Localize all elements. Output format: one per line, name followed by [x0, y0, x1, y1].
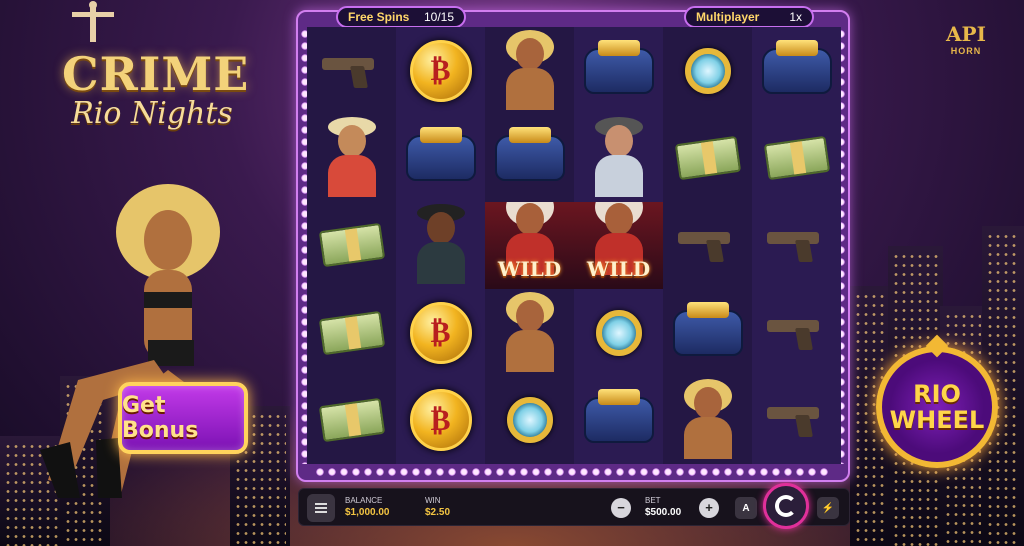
game-logo: CRIME Rio Nights [62, 47, 250, 131]
gold-bag-icon [494, 127, 565, 182]
reel-grid: ₿ WILD WILD ₿ ₿ [307, 27, 841, 464]
rio-wheel-button[interactable]: RIO WHEEL [876, 334, 998, 468]
gold-bag-icon [672, 301, 743, 356]
reel-cell [307, 114, 396, 202]
cash-stack-icon [674, 135, 741, 181]
gold-bag-icon [583, 39, 654, 94]
reel-cell [663, 114, 752, 202]
bitcoin-coin-icon: ₿ [409, 39, 472, 102]
bet-value: $500.00 [645, 507, 682, 518]
gold-bag-icon [405, 127, 476, 182]
lady-character-icon [498, 29, 562, 110]
rio-wheel-label-1: RIO [913, 380, 961, 408]
free-spins-label: Free Spins [348, 10, 410, 24]
control-bar: BALANCE $1,000.00 WIN $2.50 − BET $500.0… [298, 483, 850, 529]
reel-cell: WILD [485, 201, 574, 290]
bitcoin-coin-icon: ₿ [409, 389, 472, 452]
reel-cell [663, 201, 752, 290]
provider-name: HORN [950, 46, 982, 56]
win-label: WIN [425, 496, 441, 505]
reel-cell: ₿ [396, 27, 485, 115]
bet-display: BET $500.00 [645, 496, 681, 518]
reel-cell [574, 376, 663, 464]
reel-cell [574, 289, 663, 377]
reel-cell [307, 376, 396, 464]
bet-label: BET [645, 496, 661, 505]
pistol-icon [766, 403, 827, 437]
cash-stack-icon [318, 398, 385, 443]
multiplayer-value: 1x [789, 10, 802, 24]
free-spins-value: 10/15 [423, 10, 454, 24]
bet-increase-button[interactable]: + [699, 498, 719, 518]
cash-stack-icon [318, 310, 385, 356]
multiplayer-indicator: Multiplayer 1x [684, 6, 814, 28]
reel-cell [752, 27, 841, 115]
provider-logo: API HORN [936, 22, 996, 72]
reel-cell [663, 27, 752, 115]
cash-stack-icon [318, 223, 385, 268]
gold-watch-icon [684, 47, 731, 94]
blonde-man-character-icon [320, 117, 384, 198]
balance-value: $1,000.00 [345, 507, 390, 518]
reel-cell [485, 376, 574, 464]
provider-mark: API [946, 22, 986, 46]
wild-label: WILD [586, 257, 651, 282]
reel-cell [396, 201, 485, 290]
logo-subtitle: Rio Nights [71, 96, 233, 131]
gold-bag-icon [761, 39, 832, 94]
reel-cell [752, 376, 841, 464]
gold-watch-icon [506, 397, 553, 444]
pistol-icon [766, 228, 827, 262]
multiplayer-label: Multiplayer [696, 10, 760, 24]
reel-cell: ₿ [396, 376, 485, 464]
reel-cell [752, 201, 841, 290]
free-spins-counter: Free Spins 10/15 [336, 6, 466, 28]
reel-cell [307, 201, 396, 290]
get-bonus-button[interactable]: Get Bonus [118, 382, 248, 454]
turbo-button[interactable]: ⚡ [817, 497, 839, 519]
win-display: WIN $2.50 [425, 496, 450, 518]
reel-cell [396, 114, 485, 202]
reel-cell [574, 114, 663, 202]
pistol-icon [321, 54, 382, 88]
bitcoin-coin-icon: ₿ [409, 301, 472, 364]
frame-lights-bottom [314, 467, 832, 477]
reel-cell [752, 289, 841, 377]
hamburger-icon [315, 507, 327, 509]
lady-character-icon [676, 379, 740, 460]
reel-cell [663, 289, 752, 377]
reel-cell [485, 289, 574, 377]
spin-icon [775, 495, 797, 517]
rio-wheel-label-2: WHEEL [889, 406, 985, 434]
reel-cell [485, 27, 574, 115]
balance-label: BALANCE [345, 496, 383, 505]
bet-decrease-button[interactable]: − [611, 498, 631, 518]
reel-cell [307, 289, 396, 377]
win-value: $2.50 [425, 507, 451, 518]
reel-cell [752, 114, 841, 202]
autoplay-button[interactable]: A [735, 497, 757, 519]
cash-stack-icon [763, 135, 830, 181]
wild-label: WILD [497, 257, 562, 282]
get-bonus-label: Get Bonus [122, 393, 199, 443]
spin-button[interactable] [763, 483, 809, 529]
gold-watch-icon [595, 309, 642, 356]
balance-display: BALANCE $1,000.00 [345, 496, 390, 518]
christ-statue-icon [72, 1, 114, 42]
logo-title: CRIME [62, 47, 250, 101]
reel-cell: WILD [574, 201, 663, 290]
gold-bag-icon [583, 389, 654, 444]
suit-man-character-icon [587, 117, 651, 198]
pistol-icon [766, 316, 827, 350]
reel-cell [307, 27, 396, 115]
pistol-icon [677, 228, 738, 262]
menu-button[interactable] [307, 494, 335, 522]
reel-cell [663, 376, 752, 464]
reel-cell: ₿ [396, 289, 485, 377]
reel-cell [485, 114, 574, 202]
reel-cell [574, 27, 663, 115]
lady-character-icon [498, 291, 562, 372]
sunglasses-man-character-icon [409, 204, 473, 285]
